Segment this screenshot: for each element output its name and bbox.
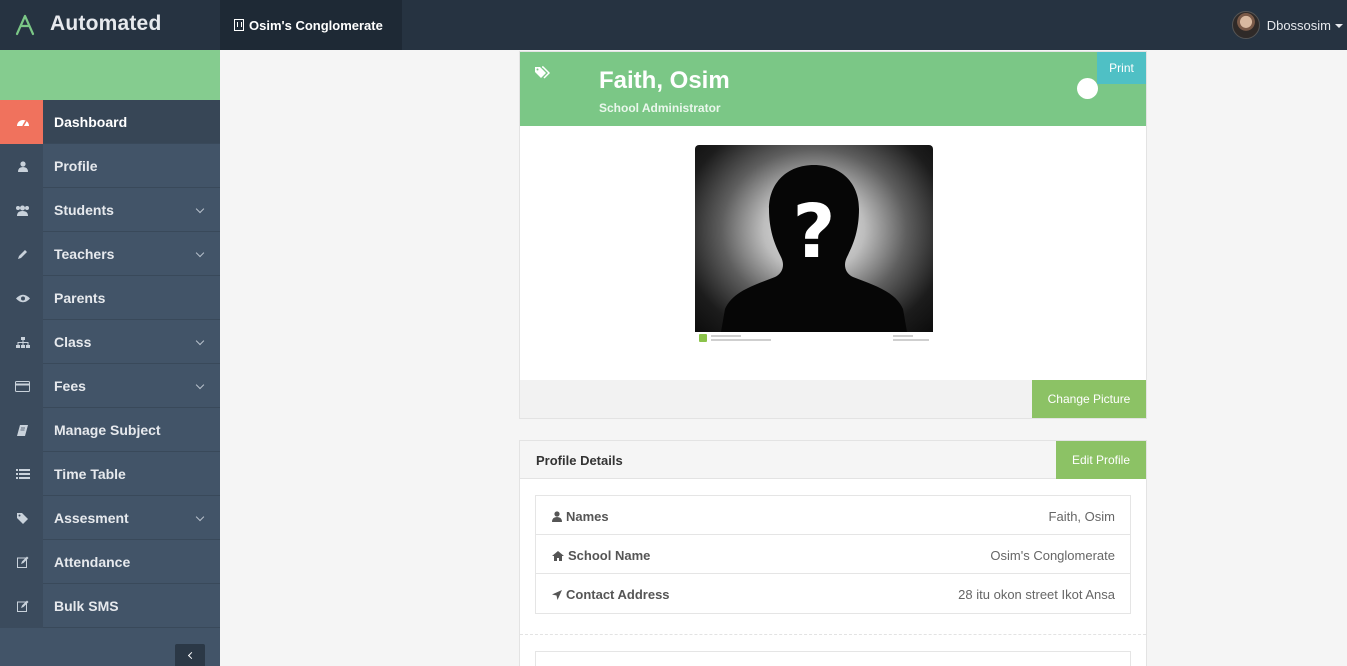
sidebar-item-bulk-sms[interactable]: Bulk SMS	[0, 584, 220, 628]
sidebar: Dashboard Profile Students Teachers Pare…	[0, 50, 220, 666]
divider	[520, 634, 1146, 635]
sidebar-item-attendance[interactable]: Attendance	[0, 540, 220, 584]
sidebar-item-class[interactable]: Class	[0, 320, 220, 364]
sidebar-item-fees[interactable]: Fees	[0, 364, 220, 408]
chevron-down-icon	[195, 336, 205, 346]
sidebar-item-label: Attendance	[54, 554, 131, 570]
home-icon	[552, 550, 564, 561]
print-button[interactable]: Print	[1097, 52, 1146, 84]
pencil-icon	[0, 232, 43, 276]
chevron-down-icon	[195, 380, 205, 390]
dashboard-icon	[0, 100, 43, 144]
profile-details-table: Names Faith, Osim School Name Osim's Con…	[535, 495, 1131, 614]
edit-icon	[0, 584, 43, 628]
next-section-box	[535, 651, 1131, 666]
school-name-value: Osim's Conglomerate	[990, 548, 1115, 563]
chevron-down-icon	[195, 248, 205, 258]
sidebar-item-manage-subject[interactable]: Manage Subject	[0, 408, 220, 452]
sidebar-collapse-button[interactable]	[175, 644, 205, 666]
sidebar-item-label: Students	[54, 202, 114, 218]
names-label: Names	[566, 509, 609, 524]
tags-icon	[535, 66, 550, 79]
eye-icon	[0, 276, 43, 320]
book-icon	[0, 408, 43, 452]
user-icon	[552, 511, 562, 522]
sidebar-item-teachers[interactable]: Teachers	[0, 232, 220, 276]
sitemap-icon	[0, 320, 43, 364]
users-icon	[0, 188, 43, 232]
brand[interactable]: Automated	[0, 0, 220, 50]
sidebar-item-label: Teachers	[54, 246, 115, 262]
top-navbar: Automated Osim's Conglomerate Dbossosim	[0, 0, 1347, 50]
watermark-logo-icon	[699, 334, 707, 342]
sidebar-item-time-table[interactable]: Time Table	[0, 452, 220, 496]
sidebar-item-assesment[interactable]: Assesment	[0, 496, 220, 540]
change-picture-button[interactable]: Change Picture	[1032, 380, 1146, 418]
tags-icon	[0, 496, 43, 540]
sidebar-item-parents[interactable]: Parents	[0, 276, 220, 320]
edit-profile-button[interactable]: Edit Profile	[1056, 441, 1146, 479]
profile-header: Faith, Osim School Administrator Print	[520, 52, 1146, 126]
table-row: Contact Address 28 itu okon street Ikot …	[536, 574, 1130, 613]
avatar	[1231, 11, 1260, 39]
credit-card-icon	[0, 364, 43, 408]
list-icon	[0, 452, 43, 496]
sidebar-item-students[interactable]: Students	[0, 188, 220, 232]
app-title: Automated	[50, 12, 162, 35]
sidebar-item-label: Profile	[54, 158, 98, 174]
sidebar-item-profile[interactable]: Profile	[0, 144, 220, 188]
sidebar-item-label: Assesment	[54, 510, 129, 526]
sidebar-item-dashboard[interactable]: Dashboard	[0, 100, 220, 144]
location-arrow-icon	[552, 589, 562, 600]
profile-picture: ?	[695, 145, 933, 345]
caret-down-icon	[1335, 24, 1343, 28]
chevron-left-icon	[187, 651, 195, 659]
sidebar-item-label: Dashboard	[54, 114, 128, 130]
contact-address-value: 28 itu okon street Ikot Ansa	[958, 587, 1115, 602]
user-name: Dbossosim	[1266, 17, 1331, 33]
building-icon	[234, 19, 244, 31]
sidebar-item-label: Class	[54, 334, 92, 350]
chevron-down-icon	[195, 512, 205, 522]
profile-card: Faith, Osim School Administrator Print ?…	[519, 51, 1147, 419]
contact-address-label: Contact Address	[566, 587, 670, 602]
sidebar-item-label: Manage Subject	[54, 422, 161, 438]
names-value: Faith, Osim	[1048, 509, 1115, 524]
organization-tab[interactable]: Osim's Conglomerate	[220, 0, 402, 50]
sidebar-item-label: Fees	[54, 378, 86, 394]
edit-icon	[0, 540, 43, 584]
school-name-label: School Name	[568, 548, 651, 563]
sidebar-item-label: Parents	[54, 290, 106, 306]
profile-name: Faith, Osim	[599, 67, 730, 94]
sidebar-item-label: Time Table	[54, 466, 126, 482]
table-row: Names Faith, Osim	[536, 496, 1130, 535]
logo-icon	[15, 14, 35, 36]
status-dot	[1077, 78, 1098, 99]
sidebar-item-label: Bulk SMS	[54, 598, 119, 614]
profile-details-card: Profile Details Edit Profile Names Faith…	[519, 440, 1147, 666]
profile-details-title: Profile Details	[536, 453, 623, 468]
profile-card-footer: Change Picture	[520, 380, 1146, 418]
svg-text:?: ?	[793, 189, 836, 275]
chevron-down-icon	[195, 204, 205, 214]
organization-name: Osim's Conglomerate	[249, 17, 383, 33]
profile-role: School Administrator	[599, 101, 721, 115]
watermark-strip	[695, 332, 933, 345]
sidebar-banner	[0, 50, 220, 100]
user-icon	[0, 144, 43, 188]
user-menu[interactable]: Dbossosim	[1231, 0, 1347, 50]
profile-details-header: Profile Details Edit Profile	[520, 441, 1146, 479]
sidebar-menu: Dashboard Profile Students Teachers Pare…	[0, 100, 220, 628]
silhouette-icon: ?	[721, 165, 907, 332]
table-row: School Name Osim's Conglomerate	[536, 535, 1130, 574]
